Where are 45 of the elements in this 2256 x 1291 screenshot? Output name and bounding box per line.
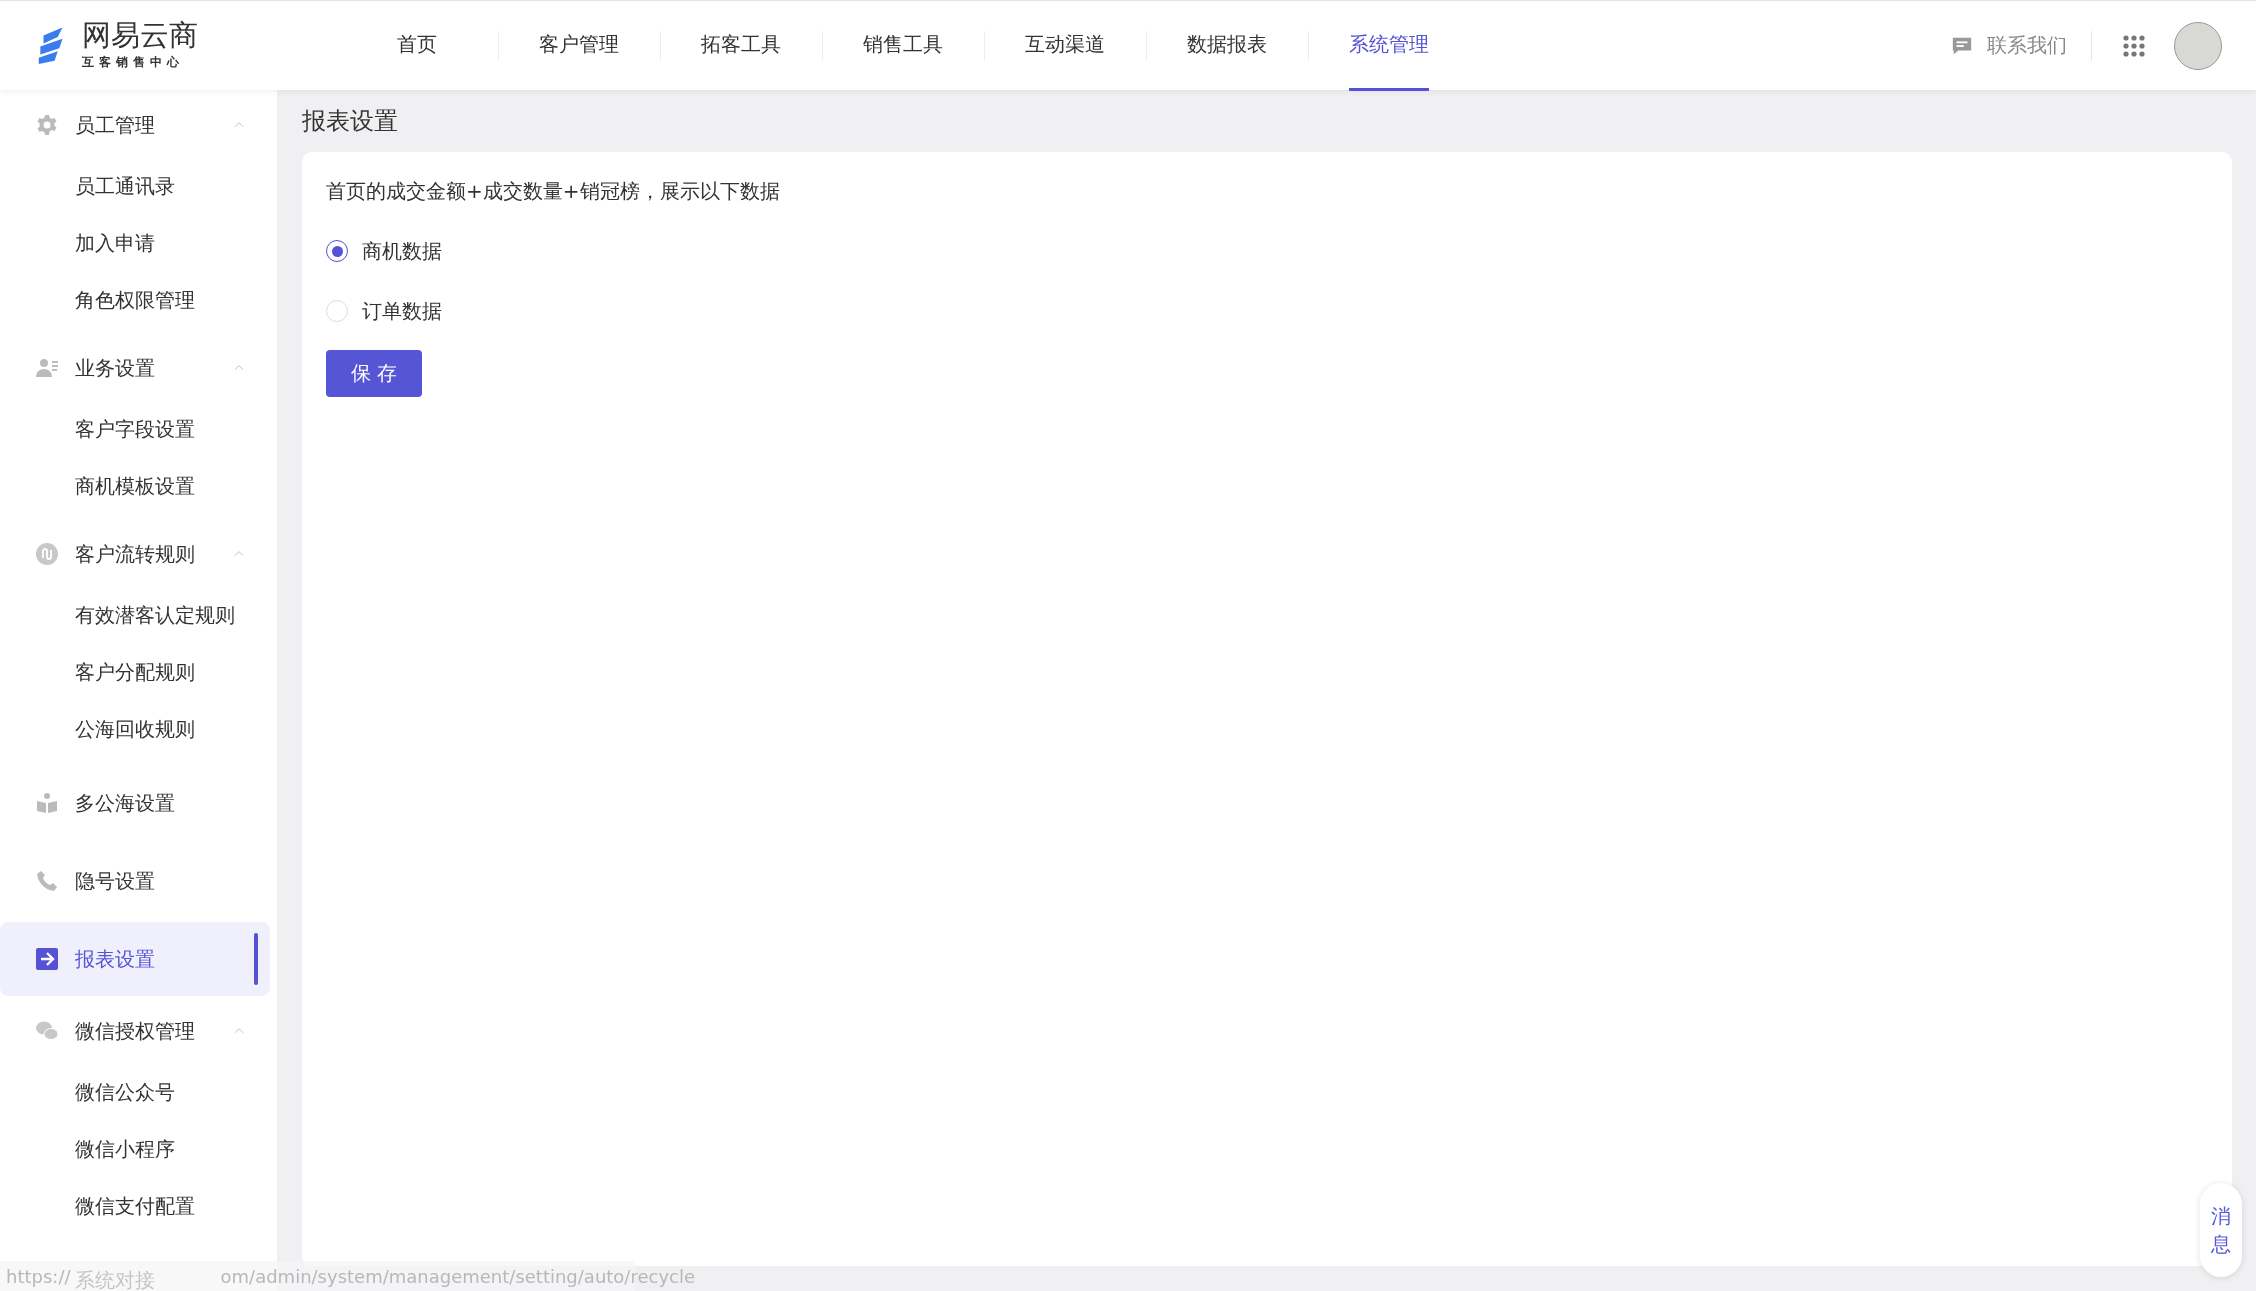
sidebar-subitem[interactable]: 客户分配规则 — [0, 644, 277, 701]
nav-tab[interactable]: 拓客工具 — [701, 0, 781, 91]
book-icon — [35, 791, 59, 815]
sidebar-subitem[interactable]: 加入申请 — [0, 215, 277, 272]
sidebar-subitem[interactable]: 商机模板设置 — [0, 458, 277, 515]
logo-name: 网易云商 — [82, 20, 198, 52]
sidebar-subitem[interactable]: 微信支付配置 — [0, 1178, 277, 1235]
active-indicator — [254, 933, 258, 985]
sidebar-item[interactable]: 员工管理 — [0, 92, 270, 158]
page-title: 报表设置 — [302, 106, 399, 137]
logo-subtitle: 互客销售中心 — [82, 53, 185, 71]
contact-link[interactable]: 联系我们 — [1987, 32, 2067, 59]
nav-tab[interactable]: 系统管理 — [1349, 0, 1429, 91]
sidebar-item[interactable]: 业务设置 — [0, 335, 270, 401]
chat-bubbles-icon — [35, 1019, 59, 1043]
apps-grid-icon[interactable] — [2122, 33, 2146, 58]
nav-tab[interactable]: 客户管理 — [539, 0, 619, 91]
sidebar-subitem[interactable]: 微信小程序 — [0, 1121, 277, 1178]
avatar[interactable] — [2174, 21, 2222, 70]
flow-icon — [35, 542, 59, 566]
status-url: https:// — [6, 1265, 71, 1287]
phone-icon — [35, 869, 59, 893]
sidebar-subitem[interactable]: 客户字段设置 — [0, 401, 277, 458]
sidebar-subitem[interactable]: 微信公众号 — [0, 1064, 277, 1121]
sidebar-item[interactable]: 报表设置 — [0, 922, 270, 996]
nav-tab[interactable]: 首页 — [397, 0, 437, 91]
save-button[interactable]: 保 存 — [326, 350, 422, 397]
nav-tab[interactable]: 互动渠道 — [1025, 0, 1105, 91]
status-url: om/admin/system/management/setting/auto/recycle — [220, 1265, 696, 1287]
sidebar-subitem[interactable]: 员工通讯录 — [0, 158, 277, 215]
sidebar-item[interactable]: 隐号设置 — [0, 842, 270, 920]
gear-icon — [35, 113, 59, 137]
sidebar-item[interactable]: 客户流转规则 — [0, 521, 270, 587]
person-icon — [35, 356, 59, 380]
sidebar-subitem[interactable]: 有效潜客认定规则 — [0, 587, 277, 644]
sidebar-subitem[interactable]: 角色权限管理 — [0, 272, 277, 329]
sidebar-item[interactable]: 微信授权管理 — [0, 998, 270, 1064]
message-button[interactable]: 消息 — [2200, 1183, 2242, 1277]
radio-label[interactable]: 订单数据 — [362, 297, 442, 325]
sidebar-item[interactable]: 多公海设置 — [0, 764, 270, 842]
sidebar-subitem[interactable]: 公海回收规则 — [0, 701, 277, 758]
description-text: 首页的成交金额+成交数量+销冠榜，展示以下数据 — [326, 178, 781, 205]
radio-label[interactable]: 商机数据 — [362, 237, 442, 265]
nav-tab[interactable]: 数据报表 — [1187, 0, 1267, 91]
nav-tab[interactable]: 销售工具 — [863, 0, 943, 91]
